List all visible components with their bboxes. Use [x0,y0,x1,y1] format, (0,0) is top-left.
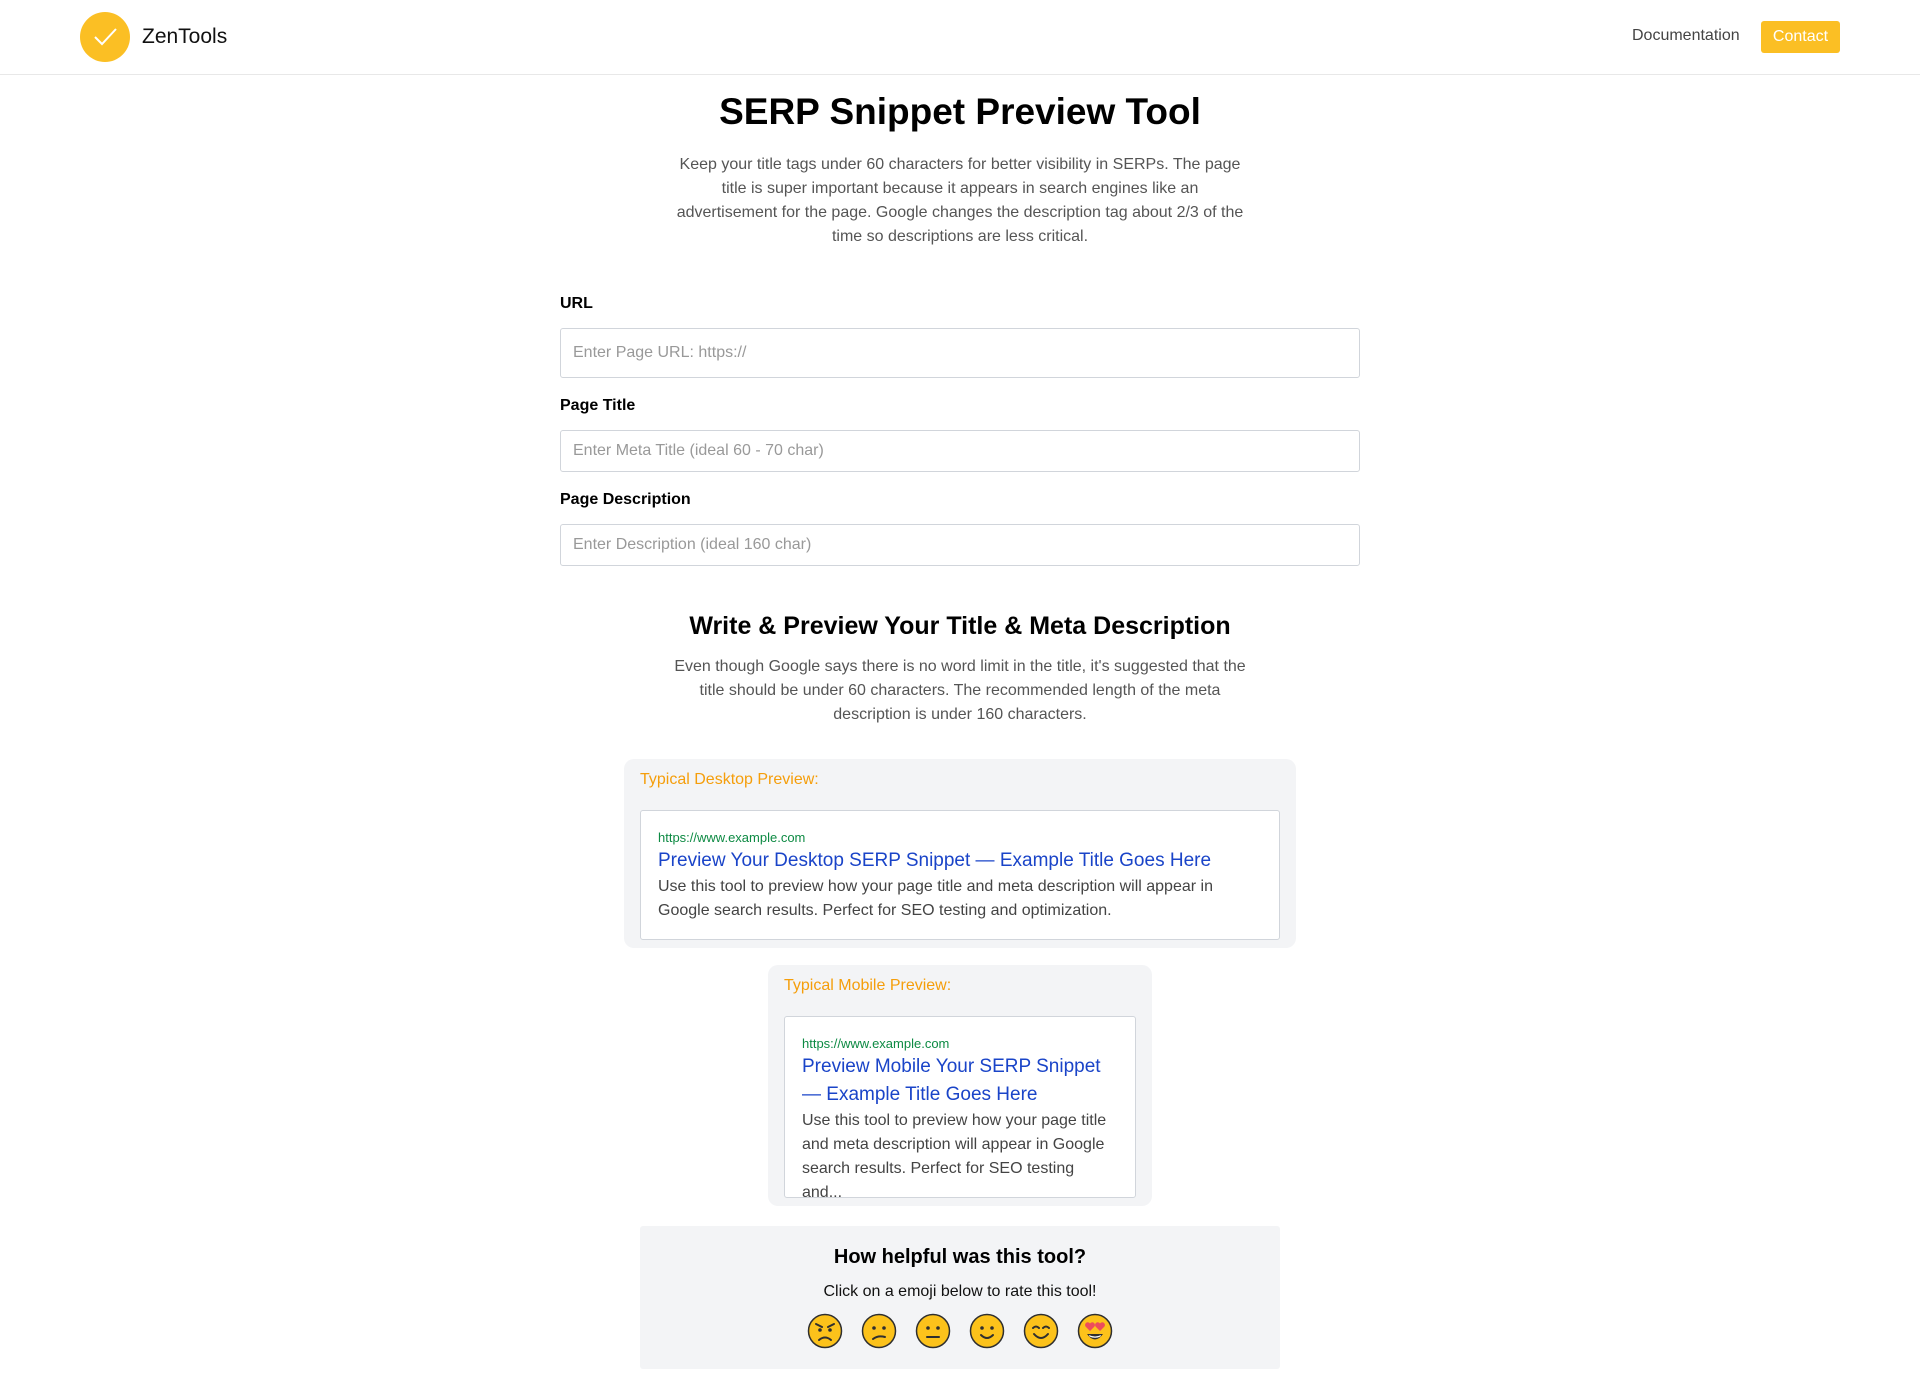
rating-subtitle: Click on a emoji below to rate this tool… [823,1283,1097,1300]
section-title: Write & Preview Your Title & Meta Descri… [689,612,1231,640]
top-header: ZenTools Documentation Contact [0,0,1920,75]
mobile-serp-snippet: https://www.example.com Preview Mobile Y… [784,1016,1136,1201]
rating-panel: How helpful was this tool? Click on a em… [640,1226,1280,1369]
desktop-preview-label: Typical Desktop Preview: [640,771,819,788]
page-title-input[interactable] [560,430,1360,472]
contact-button[interactable]: Contact [1761,21,1840,53]
page-description-label: Page Description [560,491,691,508]
emoji-rating-row [640,1313,1280,1349]
serp-description: Use this tool to preview how your page t… [658,878,1213,919]
angry-face-icon[interactable] [807,1313,843,1349]
mobile-preview-panel: Typical Mobile Preview: https://www.exam… [768,965,1152,1206]
desktop-preview-panel: Typical Desktop Preview: https://www.exa… [624,759,1296,948]
brand-name: ZenTools [142,25,228,48]
serp-title-link[interactable]: Preview Your Desktop SERP Snippet — Exam… [658,847,1262,875]
serp-url: https://www.example.com [658,830,806,845]
mobile-preview-label: Typical Mobile Preview: [784,977,952,994]
brand-logo[interactable]: ZenTools [80,12,227,62]
nav-documentation-link[interactable]: Documentation [1632,27,1740,45]
heart-eyes-face-icon[interactable] [1077,1313,1113,1349]
page-title: SERP Snippet Preview Tool [719,91,1201,132]
slightly-smiling-face-icon[interactable] [969,1313,1005,1349]
checkmark-logo-icon [80,12,130,62]
confused-face-icon[interactable] [861,1313,897,1349]
rating-title: How helpful was this tool? [833,1246,1087,1268]
serp-url: https://www.example.com [802,1036,950,1051]
smiling-face-icon[interactable] [1023,1313,1059,1349]
serp-title-link[interactable]: Preview Mobile Your SERP Snippet — Examp… [802,1053,1118,1109]
url-input[interactable] [560,328,1360,378]
page-title-label: Page Title [560,397,636,414]
neutral-face-icon[interactable] [915,1313,951,1349]
page-description-input[interactable] [560,524,1360,566]
serp-description: Use this tool to preview how your page t… [802,1112,1107,1201]
section-description: Even though Google says there is no word… [674,658,1246,723]
url-label: URL [560,295,593,312]
desktop-serp-snippet: https://www.example.com Preview Your Des… [640,810,1280,940]
page-intro: Keep your title tags under 60 characters… [676,156,1244,245]
